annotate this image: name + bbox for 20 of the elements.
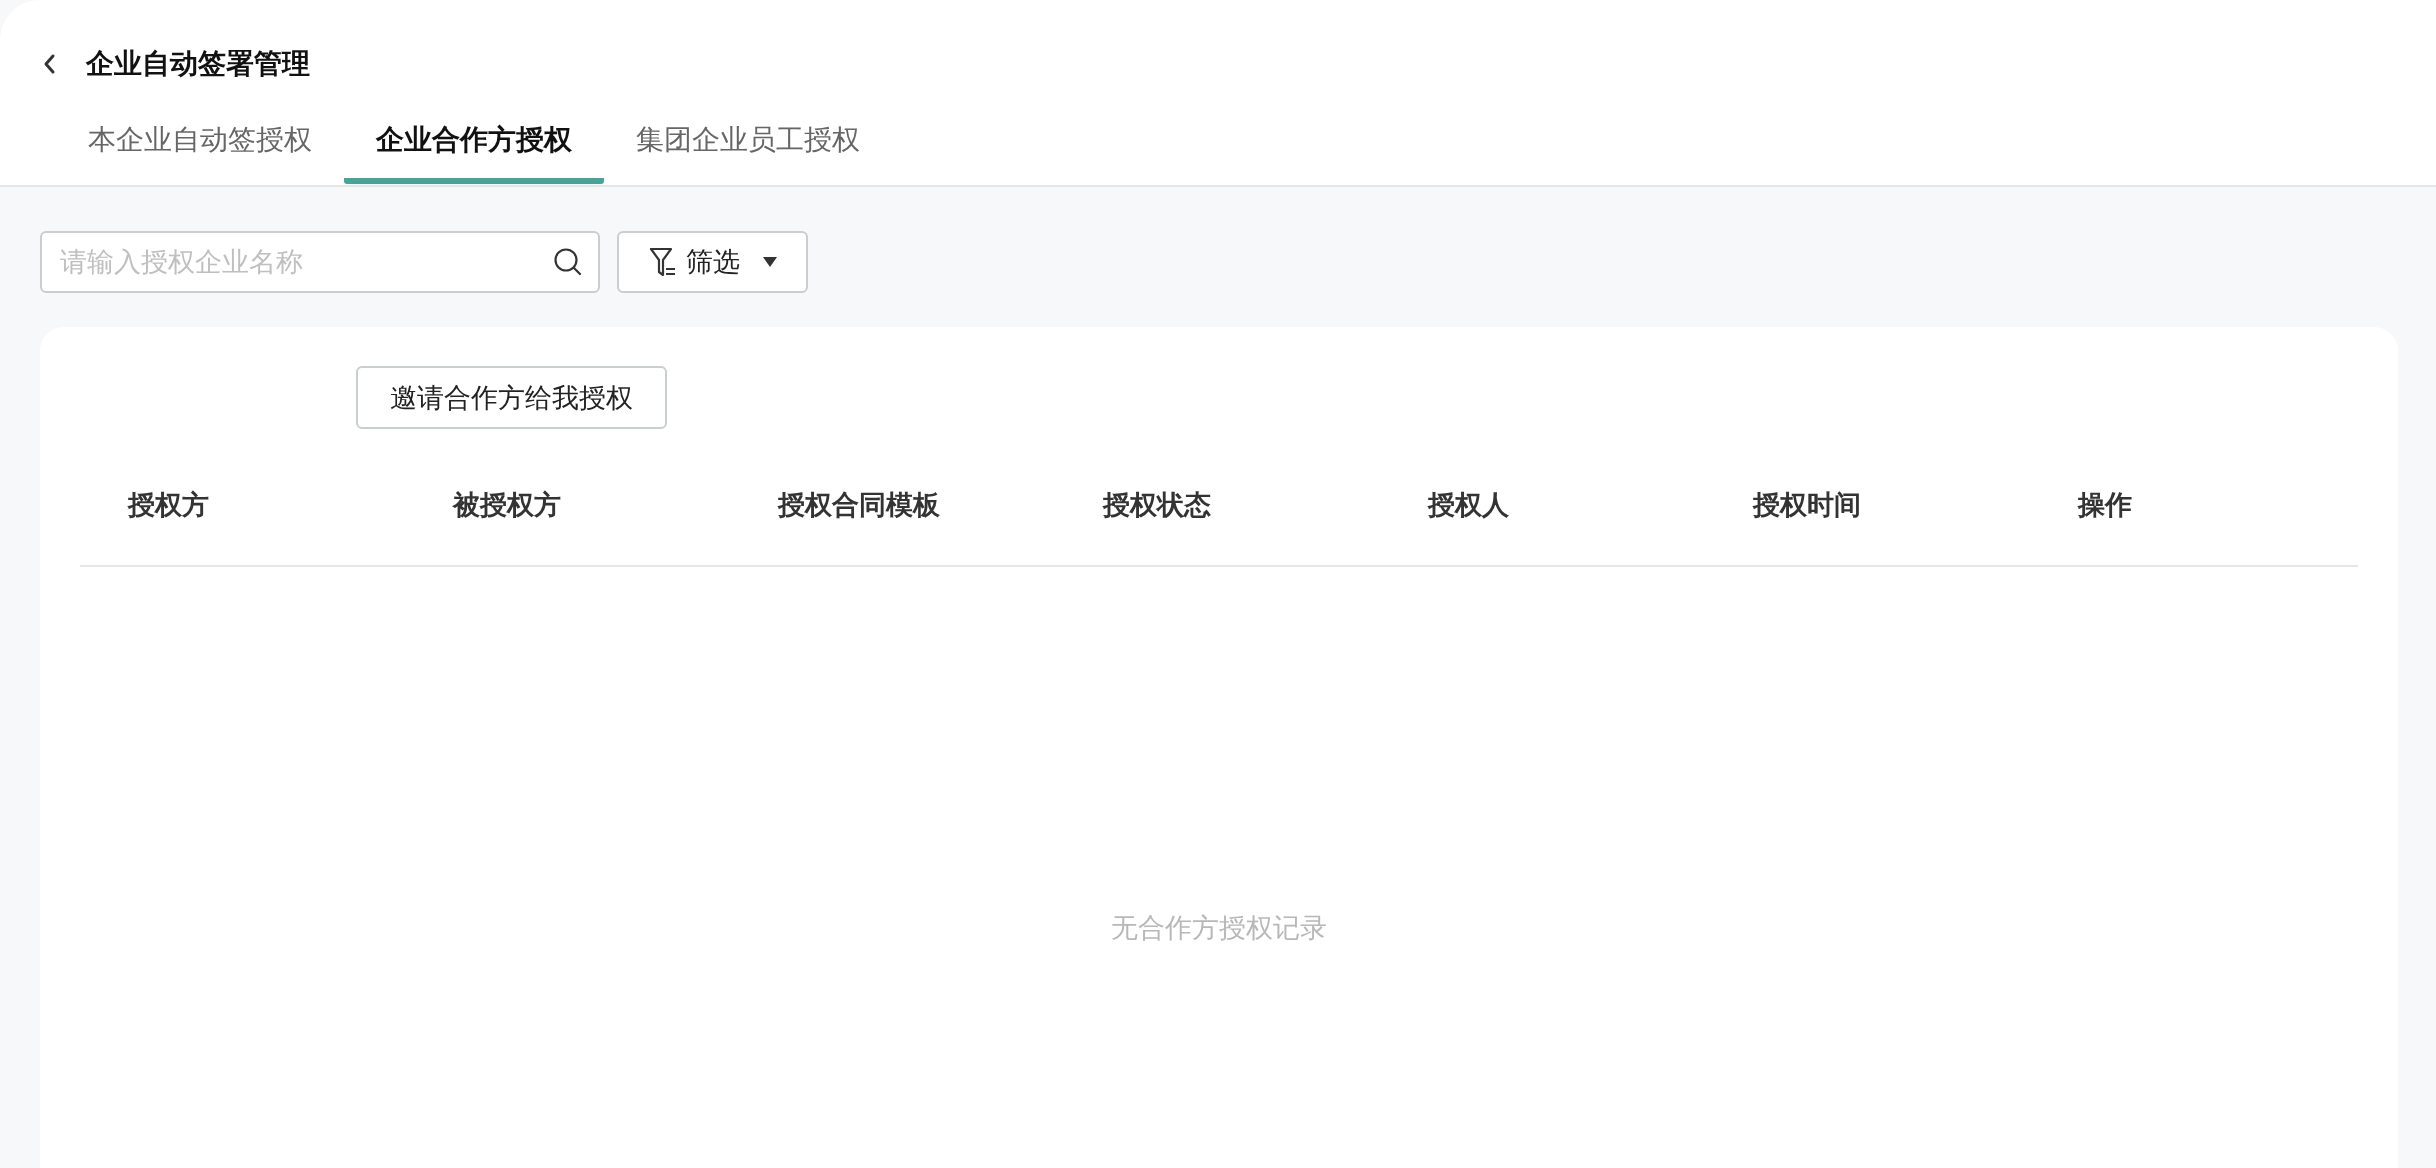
search-field[interactable]: 请输入授权企业名称 <box>40 231 600 293</box>
invite-button[interactable]: 邀请合作方给我授权 <box>356 366 667 429</box>
dropdown-caret-icon <box>761 256 778 268</box>
search-icon <box>552 246 584 278</box>
tab[interactable]: 企业合作方授权 <box>344 101 604 184</box>
chevron-left-icon <box>42 53 56 75</box>
column-header: 授权人 <box>1428 489 1509 522</box>
filter-button[interactable]: 筛选 <box>617 231 808 293</box>
page-title: 企业自动签署管理 <box>86 47 310 81</box>
column-header: 授权方 <box>128 489 209 522</box>
filter-icon <box>647 245 678 279</box>
back-button[interactable] <box>42 53 56 75</box>
column-header: 授权合同模板 <box>778 489 940 522</box>
tab[interactable]: 本企业自动签授权 <box>42 101 344 184</box>
column-header: 操作 <box>2078 489 2132 522</box>
column-header: 授权状态 <box>1103 489 1211 522</box>
tab[interactable]: 集团企业员工授权 <box>604 101 892 184</box>
column-header: 被授权方 <box>453 489 561 522</box>
empty-state-text: 无合作方授权记录 <box>1111 912 1327 945</box>
column-header: 授权时间 <box>1753 489 1861 522</box>
